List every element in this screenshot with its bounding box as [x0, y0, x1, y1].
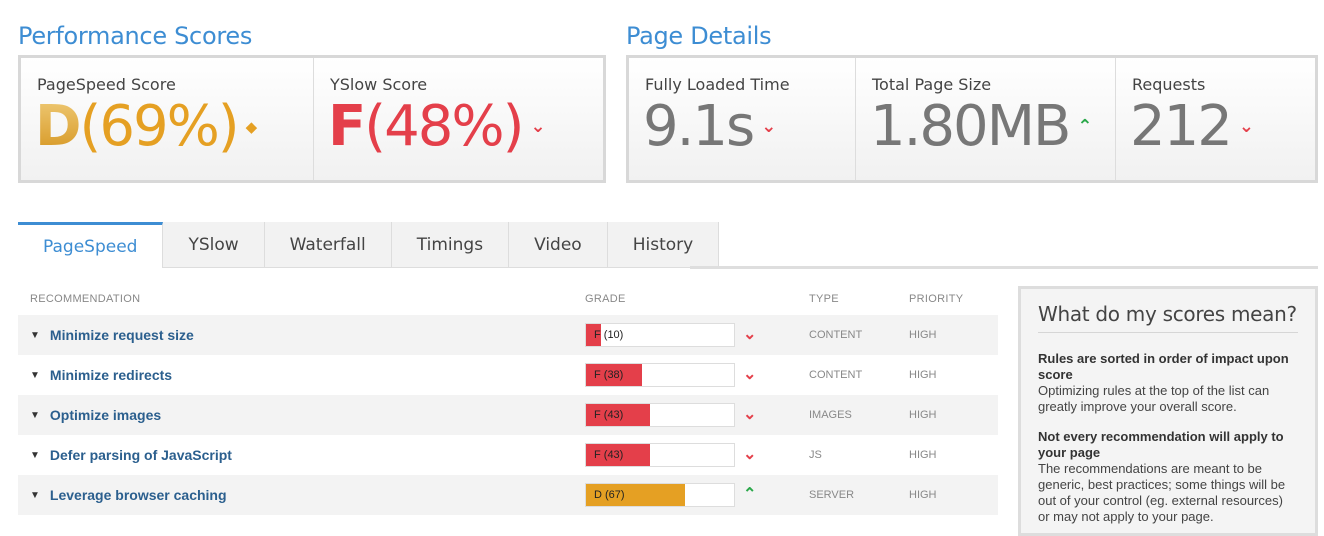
- tab-waterfall[interactable]: Waterfall: [264, 222, 392, 268]
- help-heading-sorted: Rules are sorted in order of impact upon…: [1038, 351, 1289, 382]
- performance-scores-title: Performance Scores: [18, 22, 253, 50]
- help-text-applicability: The recommendations are meant to be gene…: [1038, 461, 1286, 524]
- rule-name: Minimize request size: [49, 327, 194, 343]
- pagespeed-score-value: D (69%) ◆: [35, 94, 257, 159]
- header-type[interactable]: TYPE: [809, 293, 839, 305]
- yslow-score-value: F (48%) ⌄: [328, 94, 546, 159]
- fully-loaded-time-value: 9.1s: [643, 94, 755, 159]
- report-tabs: PageSpeed YSlow Waterfall Timings Video …: [18, 222, 720, 268]
- rule-priority: HIGH: [909, 449, 937, 461]
- header-grade[interactable]: GRADE: [585, 293, 626, 305]
- caret-down-icon: ▼: [30, 329, 40, 341]
- page-details-title: Page Details: [626, 22, 772, 50]
- caret-down-icon: ▼: [30, 409, 40, 421]
- pagespeed-score-cell: PageSpeed Score D (69%) ◆: [21, 58, 314, 180]
- table-row[interactable]: ▼ Defer parsing of JavaScript F (43) ⌄ JS…: [18, 435, 998, 475]
- rule-name-link[interactable]: ▼ Minimize redirects: [30, 367, 172, 383]
- tab-yslow[interactable]: YSlow: [163, 222, 265, 268]
- caret-down-icon: ▼: [30, 449, 40, 461]
- chevron-down-icon: ⌄: [530, 116, 546, 137]
- fully-loaded-time-label: Fully Loaded Time: [645, 75, 790, 94]
- scores-help-title: What do my scores mean?: [1038, 302, 1298, 333]
- caret-down-icon: ▼: [30, 489, 40, 501]
- grade-bar: F (10): [585, 323, 735, 347]
- table-row[interactable]: ▼ Minimize redirects F (38) ⌄ CONTENT HIG…: [18, 355, 998, 395]
- page-details-panel: Fully Loaded Time 9.1s ⌄ Total Page Size…: [626, 55, 1318, 183]
- requests-cell: Requests 212 ⌄: [1116, 58, 1315, 180]
- total-page-size-value-wrap: 1.80MB ⌃: [870, 94, 1093, 159]
- rule-priority: HIGH: [909, 489, 937, 501]
- rule-priority: HIGH: [909, 329, 937, 341]
- yslow-score-cell: YSlow Score F (48%) ⌄: [314, 58, 603, 180]
- rule-type: IMAGES: [809, 409, 852, 421]
- rule-priority: HIGH: [909, 369, 937, 381]
- diamond-icon: ◆: [245, 117, 258, 136]
- chevron-down-icon: ⌄: [743, 326, 757, 343]
- help-text-sorted: Optimizing rules at the top of the list …: [1038, 383, 1270, 414]
- pagespeed-score-label: PageSpeed Score: [37, 75, 176, 94]
- yslow-percent: (48%): [364, 94, 524, 159]
- table-row[interactable]: ▼ Optimize images F (43) ⌄ IMAGES HIGH: [18, 395, 998, 435]
- tab-pagespeed[interactable]: PageSpeed: [18, 222, 164, 268]
- tab-timings[interactable]: Timings: [391, 222, 510, 268]
- tab-history[interactable]: History: [607, 222, 720, 268]
- help-heading-applicability: Not every recommendation will apply to y…: [1038, 429, 1284, 460]
- tab-divider: [690, 266, 1318, 269]
- performance-scores-panel: PageSpeed Score D (69%) ◆ YSlow Score F …: [18, 55, 606, 183]
- rule-type: SERVER: [809, 489, 855, 501]
- rule-type: CONTENT: [809, 329, 863, 341]
- grade-text: D (67): [594, 489, 625, 501]
- grade-text: F (43): [594, 449, 624, 461]
- rule-type: CONTENT: [809, 369, 863, 381]
- chevron-down-icon: ⌄: [743, 366, 757, 383]
- rule-name-link[interactable]: ▼ Defer parsing of JavaScript: [30, 447, 232, 463]
- total-page-size-value: 1.80MB: [870, 94, 1071, 159]
- pagespeed-grade: D: [35, 94, 82, 159]
- grade-text: F (10): [594, 329, 624, 341]
- rule-type: JS: [809, 449, 822, 461]
- rule-name-link[interactable]: ▼ Minimize request size: [30, 327, 194, 343]
- rule-name: Minimize redirects: [49, 367, 173, 383]
- caret-down-icon: ▼: [30, 369, 40, 381]
- header-priority[interactable]: PRIORITY: [909, 293, 963, 305]
- grade-text: F (38): [594, 369, 624, 381]
- requests-value: 212: [1130, 94, 1233, 159]
- grade-bar: F (38): [585, 363, 735, 387]
- header-recommendation[interactable]: RECOMMENDATION: [30, 293, 140, 305]
- grade-bar: F (43): [585, 443, 735, 467]
- fully-loaded-time-cell: Fully Loaded Time 9.1s ⌄: [629, 58, 856, 180]
- table-row[interactable]: ▼ Leverage browser caching D (67) ⌃ SERVE…: [18, 475, 998, 515]
- rule-name: Defer parsing of JavaScript: [49, 447, 232, 463]
- yslow-grade: F: [328, 94, 366, 159]
- total-page-size-cell: Total Page Size 1.80MB ⌃: [856, 58, 1116, 180]
- rule-name: Leverage browser caching: [49, 487, 227, 503]
- requests-value-wrap: 212 ⌄: [1130, 94, 1254, 159]
- grade-bar: D (67): [585, 483, 735, 507]
- grade-text: F (43): [594, 409, 624, 421]
- pagespeed-percent: (69%): [79, 94, 239, 159]
- total-page-size-label: Total Page Size: [872, 75, 992, 94]
- chevron-down-icon: ⌄: [1238, 116, 1254, 137]
- rule-name-link[interactable]: ▼ Optimize images: [30, 407, 161, 423]
- table-row[interactable]: ▼ Minimize request size F (10) ⌄ CONTENT …: [18, 315, 998, 355]
- fully-loaded-time-value-wrap: 9.1s ⌄: [643, 94, 776, 159]
- chevron-up-icon: ⌃: [1077, 116, 1093, 137]
- chevron-down-icon: ⌄: [743, 406, 757, 423]
- rule-name: Optimize images: [49, 407, 162, 423]
- yslow-score-label: YSlow Score: [330, 75, 428, 94]
- scores-help-panel: What do my scores mean? Rules are sorted…: [1018, 286, 1318, 536]
- grade-bar: F (43): [585, 403, 735, 427]
- rule-name-link[interactable]: ▼ Leverage browser caching: [30, 487, 227, 503]
- requests-label: Requests: [1132, 75, 1206, 94]
- chevron-up-icon: ⌃: [743, 486, 757, 503]
- tab-video[interactable]: Video: [509, 222, 608, 268]
- chevron-down-icon: ⌄: [743, 446, 757, 463]
- rule-priority: HIGH: [909, 409, 937, 421]
- chevron-down-icon: ⌄: [761, 116, 777, 137]
